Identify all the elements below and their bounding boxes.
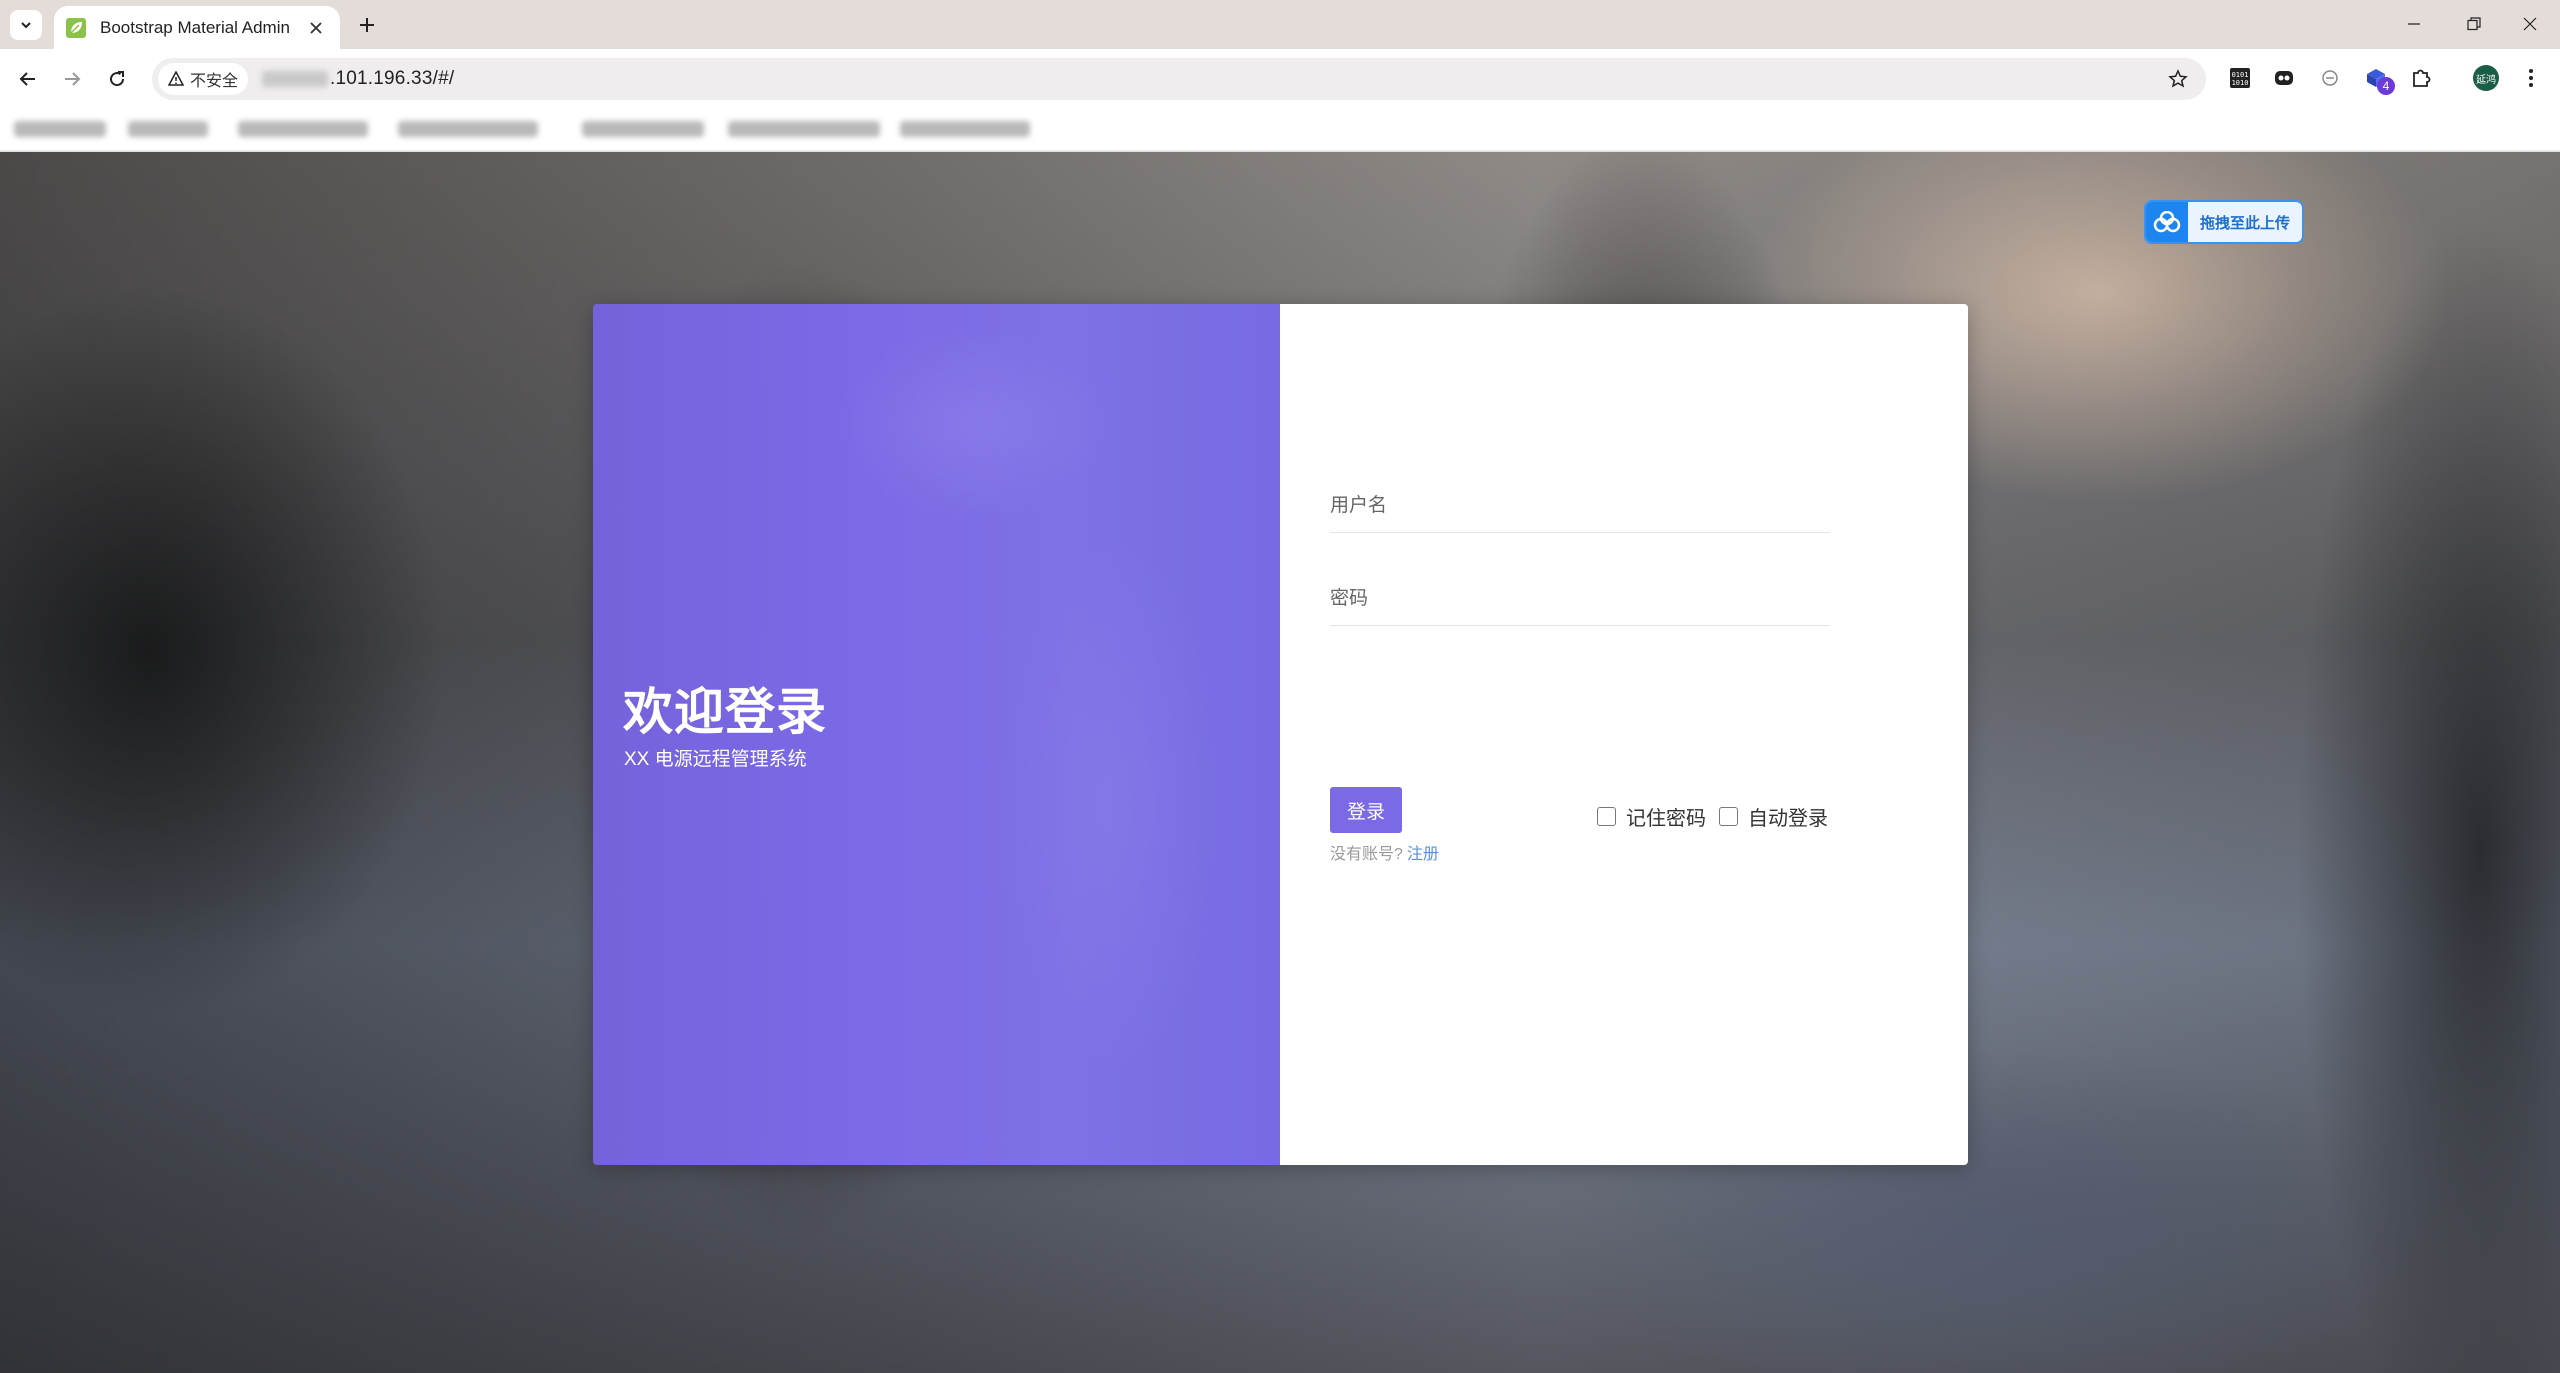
bookmarks-bar — [0, 109, 2560, 151]
tab-title: Bootstrap Material Admin — [100, 17, 290, 37]
active-tab[interactable]: Bootstrap Material Admin — [54, 6, 340, 49]
close-icon — [310, 21, 322, 34]
arrow-right-icon — [65, 72, 81, 86]
register-prompt: 没有账号? 注册 — [1330, 840, 1439, 864]
profile-avatar[interactable]: 延鸿 — [2473, 65, 2499, 91]
close-icon — [2523, 17, 2537, 31]
auto-login-label: 自动登录 — [1748, 808, 1828, 830]
extensions-button[interactable] — [2404, 61, 2438, 95]
bookmark-item[interactable] — [128, 121, 208, 137]
auto-login-checkbox[interactable]: 自动登录 — [1719, 802, 1828, 831]
reload-icon — [110, 71, 125, 87]
minimize-button[interactable] — [2384, 6, 2444, 42]
extension-binary[interactable]: 0101 1010 — [2223, 61, 2257, 95]
no-account-text: 没有账号? — [1330, 846, 1403, 863]
puzzle-icon — [2413, 69, 2431, 87]
tab-search-button[interactable] — [10, 10, 42, 40]
restore-button[interactable] — [2444, 6, 2504, 42]
password-field-wrapper — [1330, 572, 1830, 626]
bookmark-item[interactable] — [728, 121, 880, 137]
login-button[interactable]: 登录 — [1330, 787, 1402, 833]
leaf-favicon-icon — [66, 17, 86, 38]
bookmark-item[interactable] — [900, 121, 1030, 137]
bookmark-item[interactable] — [14, 121, 106, 137]
username-input[interactable] — [1330, 479, 1830, 532]
upload-drop-widget[interactable]: 拖拽至此上传 — [2144, 200, 2304, 244]
binary-icon: 01011010 — [2230, 68, 2250, 88]
extension-mask[interactable] — [2267, 61, 2301, 95]
new-tab-button[interactable] — [352, 10, 382, 40]
username-field-wrapper — [1330, 479, 1830, 533]
bookmark-star-button[interactable] — [2164, 65, 2192, 93]
password-input[interactable] — [1330, 572, 1830, 625]
window-close-button[interactable] — [2500, 6, 2560, 42]
remember-password-label: 记住密码 — [1626, 808, 1706, 830]
extension-shopping[interactable]: 4 — [2359, 61, 2395, 95]
login-form-panel: 登录 没有账号?注册 记住密码 自动登录 — [1280, 304, 1968, 1165]
checkbox-box[interactable] — [1719, 807, 1738, 826]
extension-badge: 4 — [2377, 77, 2395, 95]
cloud-icon — [2146, 202, 2188, 242]
back-button[interactable] — [12, 63, 44, 95]
extension-circle[interactable] — [2313, 61, 2347, 95]
bookmark-item[interactable] — [398, 121, 538, 137]
url-redacted — [262, 70, 329, 87]
checkbox-box[interactable] — [1597, 807, 1616, 826]
tab-close-button[interactable] — [304, 16, 328, 40]
more-vertical-icon — [2529, 69, 2533, 87]
security-indicator[interactable]: 不安全 — [158, 63, 249, 95]
welcome-title: 欢迎登录 — [623, 684, 827, 740]
security-label: 不安全 — [190, 73, 239, 90]
tab-strip: Bootstrap Material Admin — [0, 0, 2560, 49]
chevron-down-icon — [21, 22, 31, 29]
svg-text:1010: 1010 — [2232, 79, 2249, 87]
forward-button[interactable] — [56, 63, 88, 95]
svg-text:0101: 0101 — [2232, 71, 2249, 79]
bookmark-item[interactable] — [238, 121, 368, 137]
welcome-subtitle: XX 电源远程管理系统 — [624, 749, 807, 770]
page-viewport: 拖拽至此上传 欢迎登录 XX 电源远程管理系统 登录 没有账号?注册 记住密码 — [0, 152, 2560, 1373]
minimize-icon — [2408, 23, 2420, 25]
welcome-panel: 欢迎登录 XX 电源远程管理系统 — [593, 304, 1280, 1165]
remember-password-checkbox[interactable]: 记住密码 — [1597, 802, 1706, 831]
upload-label: 拖拽至此上传 — [2199, 214, 2290, 232]
minus-circle-icon — [2322, 70, 2338, 86]
restore-icon — [2467, 17, 2481, 31]
login-card: 欢迎登录 XX 电源远程管理系统 登录 没有账号?注册 记住密码 自动登录 — [593, 304, 1968, 1165]
star-icon — [2168, 69, 2188, 88]
arrow-left-icon — [19, 72, 35, 86]
register-link[interactable]: 注册 — [1407, 846, 1439, 863]
reload-button[interactable] — [101, 63, 133, 95]
browser-menu-button[interactable] — [2514, 61, 2548, 95]
bookmark-item[interactable] — [582, 121, 704, 137]
mask-icon — [2275, 71, 2293, 85]
warning-icon — [168, 71, 184, 86]
address-bar[interactable]: 不安全 .101.196.33/#/ — [152, 58, 2206, 100]
url-text: .101.196.33/#/ — [262, 68, 454, 90]
plus-icon — [360, 18, 374, 32]
browser-toolbar: 不安全 .101.196.33/#/ 0101 1010 4 延鸿 — [0, 49, 2560, 109]
